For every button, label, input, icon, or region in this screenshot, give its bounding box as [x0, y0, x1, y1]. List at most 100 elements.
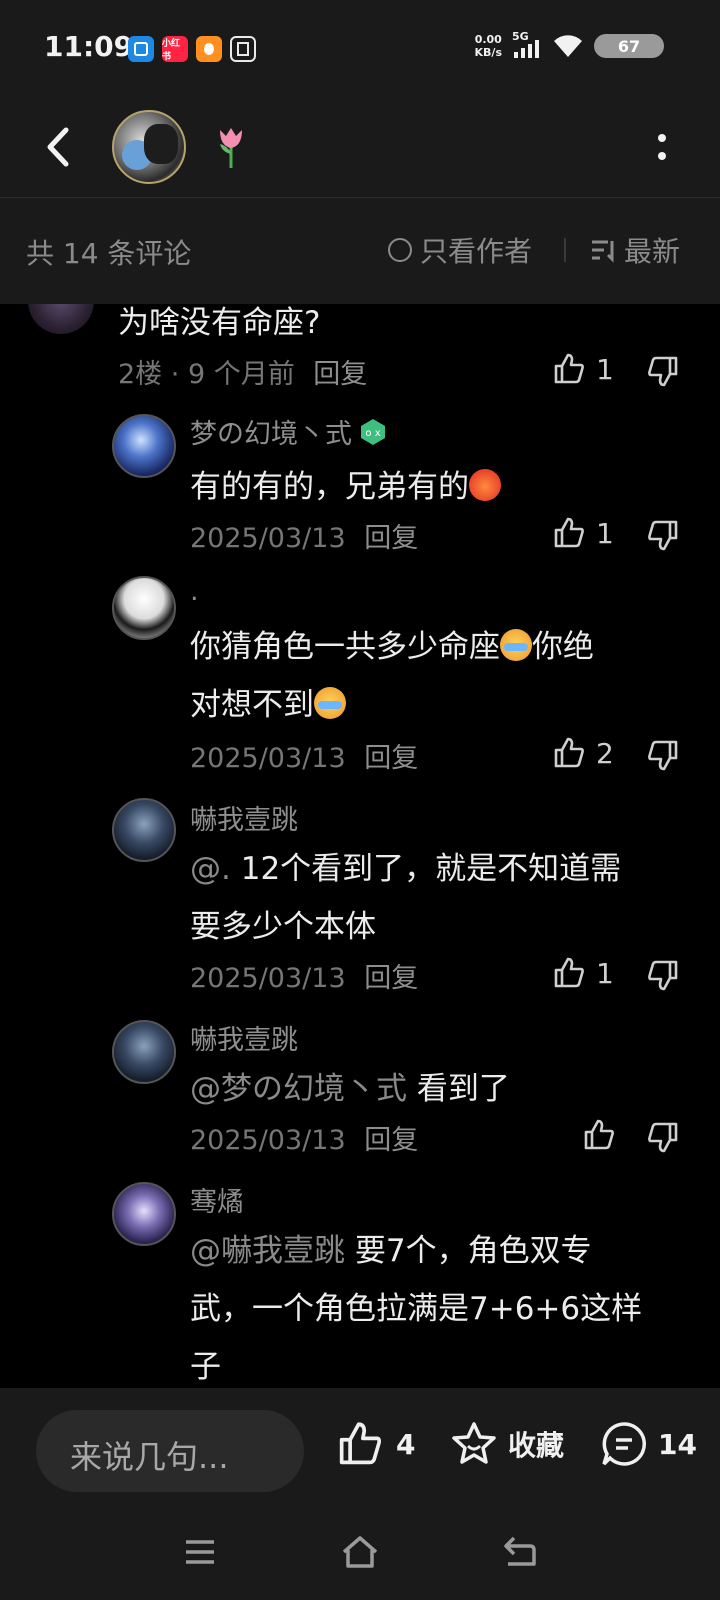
dislike-button[interactable]: [646, 354, 680, 388]
like-button[interactable]: 1: [552, 956, 614, 990]
reply-text-line: 你绝: [532, 629, 594, 665]
svg-text:o x: o x: [365, 428, 380, 439]
battery-level: 67: [617, 36, 641, 56]
comment-input[interactable]: 来说几句...: [36, 1410, 304, 1492]
like-button[interactable]: 1: [552, 516, 614, 550]
like-button[interactable]: 2: [552, 736, 614, 770]
reply-avatar[interactable]: [112, 576, 176, 640]
filter-divider: [564, 238, 566, 262]
crying-emoji-icon: [500, 629, 532, 661]
comment-floor: 2楼: [118, 359, 163, 390]
status-time: 11:09: [44, 30, 134, 63]
reply-button[interactable]: 回复: [313, 359, 367, 390]
post-like-count: 4: [396, 1427, 416, 1461]
comment-text: 为啥没有命座?: [118, 305, 321, 341]
sort-latest-label: 最新: [624, 235, 681, 268]
thumbs-down-icon: [648, 960, 678, 991]
dislike-button[interactable]: [646, 1120, 680, 1154]
commenter-avatar[interactable]: [28, 304, 94, 334]
reply-button[interactable]: 回复: [364, 523, 418, 554]
network-speed: 0.00 KB/s: [475, 33, 502, 59]
reply-author[interactable]: 嚇我壹跳: [190, 1018, 298, 1057]
back-nav-icon[interactable]: [500, 1532, 540, 1572]
reply-text-line: 要多少个本体: [190, 909, 376, 945]
comment-filter-bar: 共 14 条评论 只看作者 最新: [0, 198, 720, 304]
star-icon: [452, 1422, 496, 1464]
reply-avatar[interactable]: [112, 1020, 176, 1084]
reply-button[interactable]: 回复: [364, 743, 418, 774]
signal-icon: 5G: [512, 30, 542, 60]
comment-count: 14: [658, 1427, 697, 1461]
network-speed-value: 0.00: [474, 33, 502, 46]
reply-button[interactable]: 回复: [364, 1125, 418, 1156]
back-arrow-icon[interactable]: [40, 124, 76, 170]
dislike-button[interactable]: [646, 738, 680, 772]
radio-circle-icon: [388, 238, 412, 262]
post-like-button[interactable]: 4: [336, 1420, 415, 1468]
reply-avatar[interactable]: [112, 798, 176, 862]
thumbs-down-icon: [648, 356, 678, 387]
reply-mention[interactable]: @.: [190, 851, 231, 887]
thumbs-up-icon: [339, 1422, 382, 1465]
author-avatar[interactable]: [112, 110, 186, 184]
reply-author-name: 梦の幻境丶式: [190, 419, 352, 450]
reply-author[interactable]: .: [190, 576, 199, 607]
like-count: 1: [596, 956, 614, 990]
comment-time: 9 个月前: [187, 359, 295, 390]
cut-app-icon: [128, 36, 154, 62]
reply-mention[interactable]: @梦の幻境丶式: [190, 1071, 407, 1107]
author-only-toggle[interactable]: 只看作者: [388, 230, 532, 270]
favorite-button[interactable]: 收藏: [450, 1420, 564, 1468]
thumbs-up-icon: [584, 1119, 614, 1150]
like-count: 1: [596, 352, 614, 386]
thumbs-up-icon: [554, 957, 584, 988]
home-icon[interactable]: [340, 1532, 380, 1572]
reply-text-line: 子: [190, 1349, 221, 1385]
reply-text-line: 武，一个角色拉满是7+6+6这样: [190, 1291, 643, 1327]
reply-date: 2025/03/13: [190, 1125, 346, 1156]
bottom-action-bar: 来说几句... 4 收藏 14: [0, 1388, 720, 1510]
reply-author[interactable]: 骞燏: [190, 1180, 244, 1219]
reply-date: 2025/03/13: [190, 523, 346, 554]
reply-author-name: 骞燏: [190, 1187, 244, 1218]
menu-icon[interactable]: [180, 1532, 220, 1572]
reply-author-name: .: [190, 576, 199, 607]
reply-mention[interactable]: @嚇我壹跳: [190, 1233, 345, 1269]
reply-text-line: 12个看到了，就是不知道需: [240, 851, 622, 887]
reply-text-content: 看到了: [416, 1071, 510, 1107]
thumbs-down-icon: [648, 740, 678, 771]
thumbs-up-icon: [554, 737, 584, 768]
reply-text: @. 12个看到了，就是不知道需 要多少个本体: [190, 840, 621, 956]
reply-date: 2025/03/13: [190, 743, 346, 774]
status-indicators: 0.00 KB/s 5G 67: [475, 30, 664, 60]
network-speed-unit: KB/s: [474, 46, 502, 59]
reply-button[interactable]: 回复: [364, 963, 418, 994]
reply-author-name: 嚇我壹跳: [190, 805, 298, 836]
like-button[interactable]: 1: [552, 352, 614, 386]
dislike-button[interactable]: [646, 518, 680, 552]
more-options-icon[interactable]: [652, 130, 672, 166]
sort-icon: [592, 240, 614, 263]
dislike-button[interactable]: [646, 958, 680, 992]
comment-meta: 2楼 · 9 个月前 回复: [118, 359, 368, 390]
thumbs-up-icon: [554, 517, 584, 548]
like-button[interactable]: [582, 1118, 626, 1152]
thumbs-down-icon: [648, 520, 678, 551]
reply-avatar[interactable]: [112, 1182, 176, 1246]
comments-button[interactable]: 14: [600, 1420, 697, 1468]
sort-latest-button[interactable]: 最新: [590, 230, 680, 270]
qq-app-icon: [196, 36, 222, 62]
like-count: 1: [596, 516, 614, 550]
notification-app-icons: 小红书: [128, 36, 256, 62]
reply-author[interactable]: 嚇我壹跳: [190, 798, 298, 837]
like-count: 2: [596, 736, 614, 770]
notes-app-icon: [230, 36, 256, 62]
reply-avatar[interactable]: [112, 414, 176, 478]
reply-text: 有的有的，兄弟有的: [190, 458, 501, 516]
reply-text-content: 有的有的，兄弟有的: [190, 469, 469, 505]
thumbs-up-icon: [554, 353, 584, 384]
author-only-label: 只看作者: [420, 235, 533, 268]
reply-author-name: 嚇我壹跳: [190, 1025, 298, 1056]
system-navigation-bar: [0, 1510, 720, 1600]
reply-author[interactable]: 梦の幻境丶式 o x: [190, 412, 388, 451]
